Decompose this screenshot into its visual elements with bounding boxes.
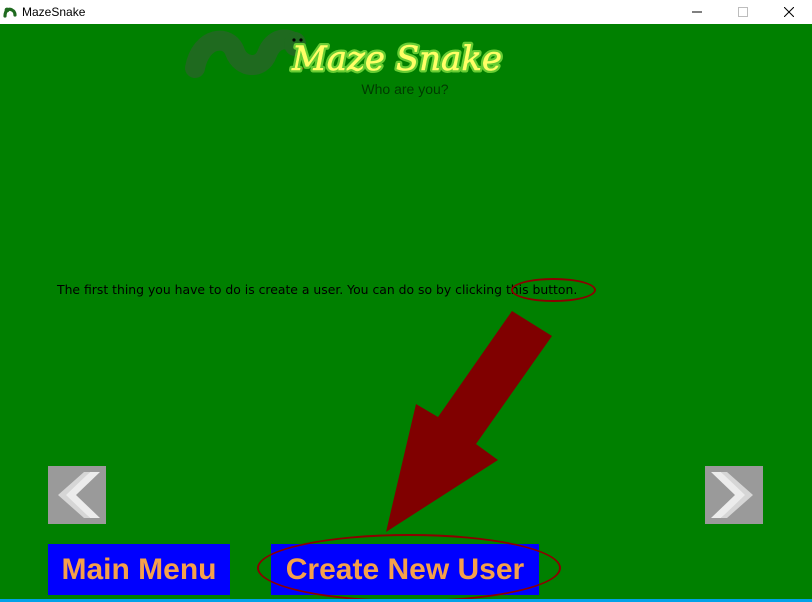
chevron-left-icon [58,472,100,518]
window-titlebar: MazeSnake [0,0,812,24]
window-title: MazeSnake [22,5,86,19]
previous-page-button[interactable] [48,466,106,524]
create-new-user-button[interactable]: Create New User [271,544,539,595]
tutorial-text-main: The first thing you have to do is create… [57,282,506,297]
maze-snake-logo: Maze Snake Maze Snake [185,29,505,82]
main-menu-button[interactable]: Main Menu [48,544,230,595]
close-button[interactable] [766,0,812,24]
svg-text:Maze Snake: Maze Snake [291,39,502,79]
snake-app-icon [3,5,17,19]
minimize-button[interactable] [674,0,720,24]
game-area: Maze Snake Maze Snake Who are you? The f… [0,24,812,599]
chevron-right-icon [711,472,753,518]
maximize-icon [738,7,748,17]
page-subtitle: Who are you? [361,81,449,97]
next-page-button[interactable] [705,466,763,524]
close-icon [784,7,794,17]
tutorial-text: The first thing you have to do is create… [57,282,577,298]
pointer-arrow [386,311,552,532]
maximize-button[interactable] [720,0,766,24]
minimize-icon [692,11,702,13]
highlight-ring [511,278,596,302]
